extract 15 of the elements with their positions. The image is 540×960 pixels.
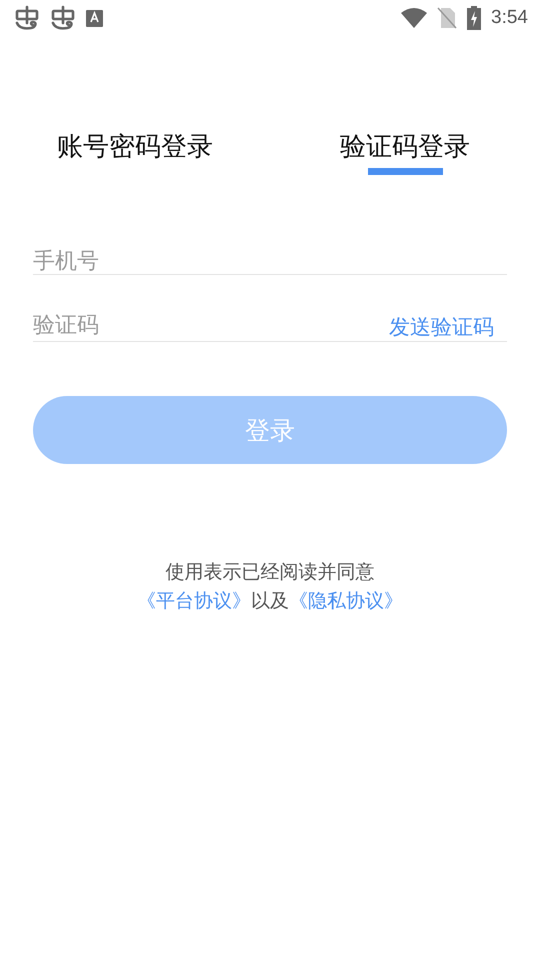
bug-icon [14,5,40,31]
no-sim-icon [437,7,458,29]
login-tab[interactable]: 验证码登录 [270,130,540,175]
battery-icon [467,6,482,30]
send-code-button[interactable]: 发送验证码 [389,313,507,341]
agreement-text: 使用表示已经阅读并同意 《平台协议》以及《隐私协议》 [136,560,404,614]
agreement-link[interactable]: 《平台协议》 [137,590,251,612]
agreement-link[interactable]: 《隐私协议》 [289,590,403,612]
login-tab[interactable]: 账号密码登录 [0,130,270,175]
status-time: 3:54 [491,7,528,29]
keyboard-icon [86,10,103,26]
wifi-icon [401,8,428,28]
input-field[interactable]: 验证码 [33,312,389,338]
bug-icon [50,5,76,31]
input-field[interactable]: 手机号 [33,249,507,274]
